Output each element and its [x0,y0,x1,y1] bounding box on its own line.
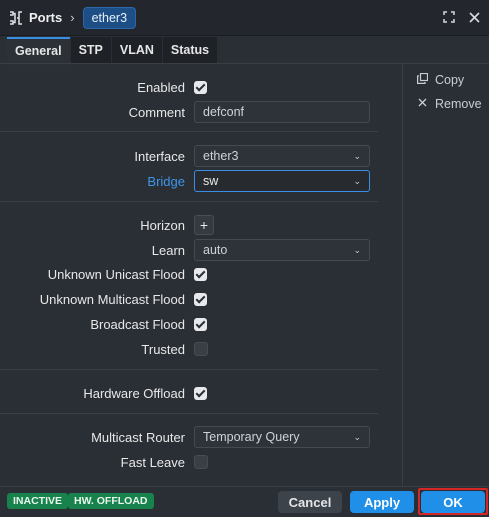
interface-select[interactable]: ether3 ⌄ [194,145,370,167]
remove-button[interactable]: Remove [415,95,482,113]
divider [0,369,378,370]
side-panel: Copy Remove [402,63,489,486]
footer-bar: INACTIVE HW. OFFLOAD Cancel Apply OK [0,486,489,517]
bridge-value: sw [203,174,219,188]
divider [0,413,378,414]
chevron-down-icon: ⌄ [353,175,361,186]
horizon-label: Horizon [140,217,185,233]
comment-label: Comment [128,104,185,120]
hw-offload-row: Hardware Offload [0,382,402,404]
fast-leave-row: Fast Leave [0,451,402,473]
title-bar: Ports › ether3 [0,0,489,36]
breadcrumb-item: ether3 [82,6,137,29]
broadcast-checkbox[interactable] [194,317,207,331]
divider [0,201,378,202]
horizon-add-button[interactable]: + [194,215,214,235]
chevron-down-icon: ⌄ [353,150,361,161]
copy-label: Copy [435,73,465,87]
unknown-multicast-checkbox[interactable] [194,292,207,306]
hw-offload-badge: HW. OFFLOAD [68,493,154,509]
remove-icon [415,98,429,110]
fast-leave-checkbox[interactable] [194,455,208,469]
tab-status[interactable]: Status [162,37,218,63]
learn-value: auto [203,243,228,257]
learn-label: Learn [151,242,185,258]
learn-select[interactable]: auto ⌄ [194,239,370,261]
enabled-row: Enabled [0,76,402,98]
bridge-select[interactable]: sw ⌄ [194,170,370,192]
trusted-checkbox[interactable] [194,342,208,356]
learn-row: Learn auto ⌄ [0,239,402,261]
divider [0,131,378,132]
hw-offload-label: Hardware Offload [83,385,185,401]
breadcrumb-separator: › [70,10,75,25]
tab-vlan[interactable]: VLAN [111,37,162,63]
horizon-row: Horizon + [0,214,402,236]
trusted-label: Trusted [141,341,185,357]
unknown-multicast-row: Unknown Multicast Flood [0,288,402,310]
general-form: Enabled Comment defconf Interface ether3… [0,63,402,486]
ports-icon [8,10,24,26]
cancel-button[interactable]: Cancel [278,491,342,513]
multicast-router-value: Temporary Query [203,430,300,444]
enabled-checkbox[interactable] [194,80,207,94]
bridge-row: Bridge sw ⌄ [0,170,402,192]
interface-row: Interface ether3 ⌄ [0,145,402,167]
multicast-router-select[interactable]: Temporary Query ⌄ [194,426,370,448]
apply-button[interactable]: Apply [350,491,414,513]
bridge-label: Bridge [147,173,185,189]
unknown-multicast-label: Unknown Multicast Flood [39,291,185,307]
ok-button[interactable]: OK [421,491,485,513]
comment-row: Comment defconf [0,101,402,123]
inactive-badge: INACTIVE [7,493,69,509]
close-icon[interactable] [466,9,482,25]
tab-stp[interactable]: STP [70,37,111,63]
fast-leave-label: Fast Leave [120,454,185,470]
remove-label: Remove [435,97,482,111]
comment-input[interactable]: defconf [194,101,370,123]
interface-label: Interface [134,148,185,164]
tab-bar: General STP VLAN Status [7,37,218,65]
multicast-router-label: Multicast Router [91,429,185,445]
expand-icon[interactable] [441,9,457,25]
chevron-down-icon: ⌄ [353,244,361,255]
interface-value: ether3 [203,149,239,163]
multicast-router-row: Multicast Router Temporary Query ⌄ [0,426,402,448]
copy-button[interactable]: Copy [415,71,464,89]
trusted-row: Trusted [0,338,402,360]
tab-general[interactable]: General [7,37,70,65]
hw-offload-checkbox[interactable] [194,386,207,400]
unknown-unicast-label: Unknown Unicast Flood [47,266,185,282]
breadcrumb-ports[interactable]: Ports [29,10,62,25]
broadcast-row: Broadcast Flood [0,313,402,335]
unknown-unicast-checkbox[interactable] [194,267,207,281]
broadcast-label: Broadcast Flood [90,316,185,332]
chevron-down-icon: ⌄ [353,431,361,442]
unknown-unicast-row: Unknown Unicast Flood [0,263,402,285]
comment-value: defconf [203,105,245,119]
copy-icon [415,72,429,87]
enabled-label: Enabled [137,79,185,95]
